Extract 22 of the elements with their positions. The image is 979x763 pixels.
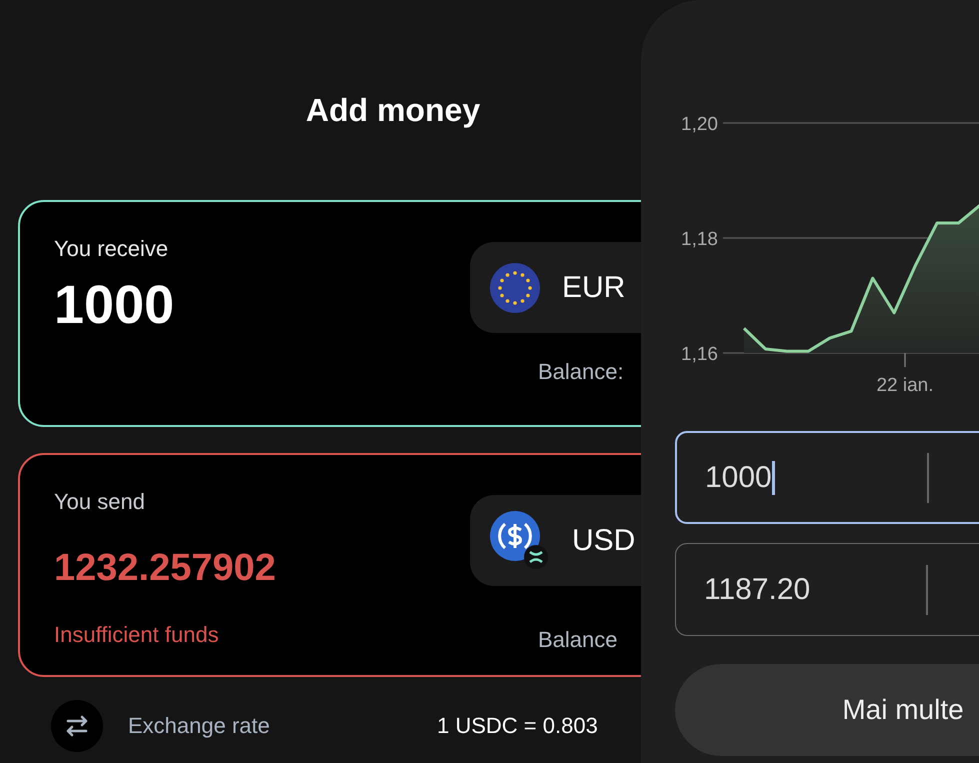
- receive-label: You receive: [54, 236, 168, 262]
- y-tick-label: 1,18: [681, 229, 718, 250]
- eu-flag-icon: [490, 262, 540, 312]
- currency-selector[interactable]: USD: [470, 495, 641, 586]
- page-title: Add money: [306, 91, 480, 130]
- receive-amount[interactable]: 1000: [54, 275, 174, 335]
- more-button[interactable]: Mai multe: [675, 664, 979, 756]
- date-label: 22 ian.: [876, 375, 934, 396]
- send-amount[interactable]: 1232.257902: [54, 546, 276, 590]
- balance-label: Balance: [537, 627, 618, 653]
- currency-selector[interactable]: EUR: [470, 242, 641, 333]
- y-tick-label: 1,16: [681, 344, 718, 365]
- amount-field[interactable]: 1187.20: [675, 543, 979, 636]
- amount-field[interactable]: 1000: [675, 431, 979, 524]
- balance-label: Balance:: [537, 359, 624, 385]
- detail-value: 1 USDC = 0.803: [437, 713, 598, 739]
- send-label: You send: [54, 489, 145, 515]
- detail-label: Exchange rate: [128, 713, 271, 739]
- dollar-coin-icon: [490, 510, 550, 570]
- error-message: Insufficient funds: [54, 622, 219, 648]
- y-tick-label: 1,20: [681, 114, 718, 135]
- swap-arrows-icon: [51, 700, 103, 752]
